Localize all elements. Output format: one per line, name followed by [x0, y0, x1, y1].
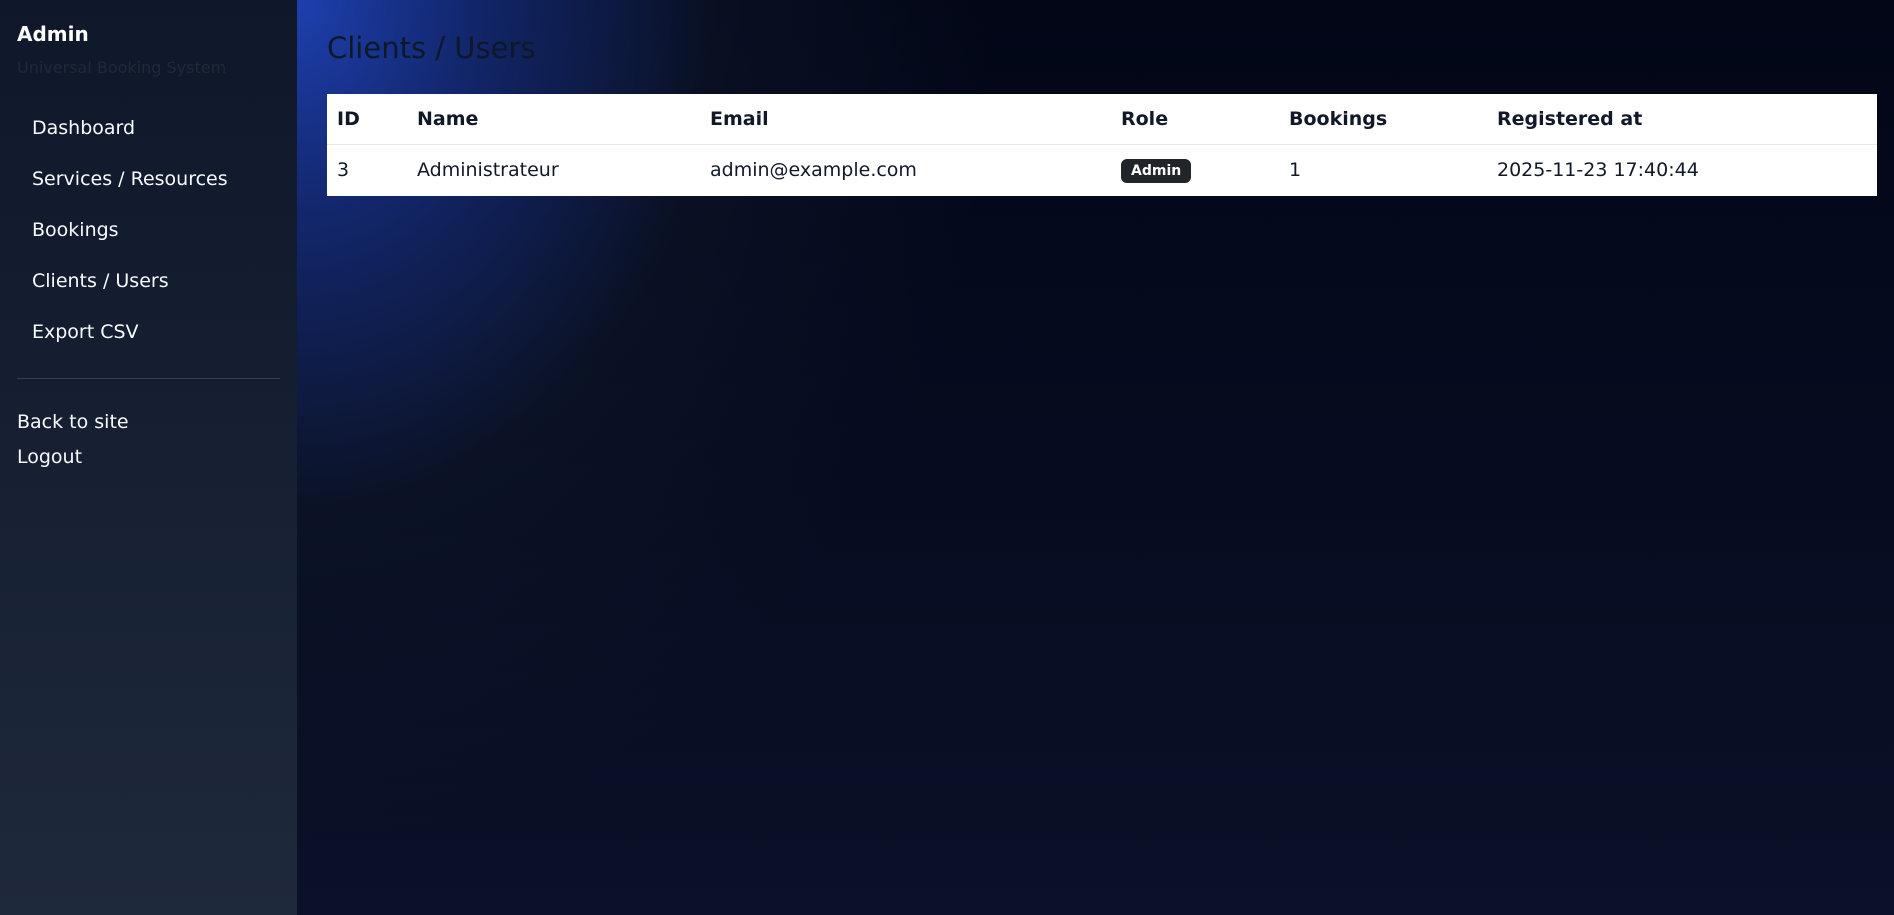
sidebar-subtitle: Universal Booking System [17, 58, 227, 77]
column-header-bookings: Bookings [1279, 94, 1487, 145]
sidebar-item-bookings[interactable]: Bookings [17, 205, 280, 256]
role-badge: Admin [1121, 158, 1192, 183]
sidebar-item-dashboard[interactable]: Dashboard [17, 103, 280, 154]
sidebar-divider [17, 378, 280, 379]
sidebar-nav: Dashboard Services / Resources Bookings … [17, 103, 280, 358]
sidebar-title: Admin [17, 22, 89, 46]
table-header-row: ID Name Email Role Bookings Registered a… [327, 94, 1877, 145]
cell-role: Admin [1111, 144, 1279, 196]
column-header-role: Role [1111, 94, 1279, 145]
sidebar: Admin Universal Booking System Dashboard… [0, 0, 297, 915]
cell-id: 3 [337, 159, 350, 182]
column-header-registered-at: Registered at [1487, 94, 1877, 145]
cell-email: admin@example.com [710, 159, 917, 182]
table-row: 3 Administrateur admin@example.com Admin… [327, 144, 1877, 196]
sidebar-item-clients-users[interactable]: Clients / Users [17, 256, 280, 307]
logout-link[interactable]: Logout [17, 440, 280, 475]
column-header-id: ID [327, 94, 407, 145]
cell-name: Administrateur [417, 159, 559, 182]
back-to-site-link[interactable]: Back to site [17, 405, 280, 440]
main-content: Clients / Users ID Name Email Role Booki… [297, 0, 1894, 915]
cell-bookings: 1 [1289, 159, 1302, 182]
column-header-email: Email [700, 94, 1111, 145]
sidebar-item-services-resources[interactable]: Services / Resources [17, 154, 280, 205]
column-header-name: Name [407, 94, 700, 145]
cell-registered-at: 2025-11-23 17:40:44 [1497, 159, 1699, 182]
sidebar-item-export-csv[interactable]: Export CSV [17, 307, 280, 358]
users-table: ID Name Email Role Bookings Registered a… [327, 94, 1877, 196]
page-title: Clients / Users [327, 31, 536, 65]
